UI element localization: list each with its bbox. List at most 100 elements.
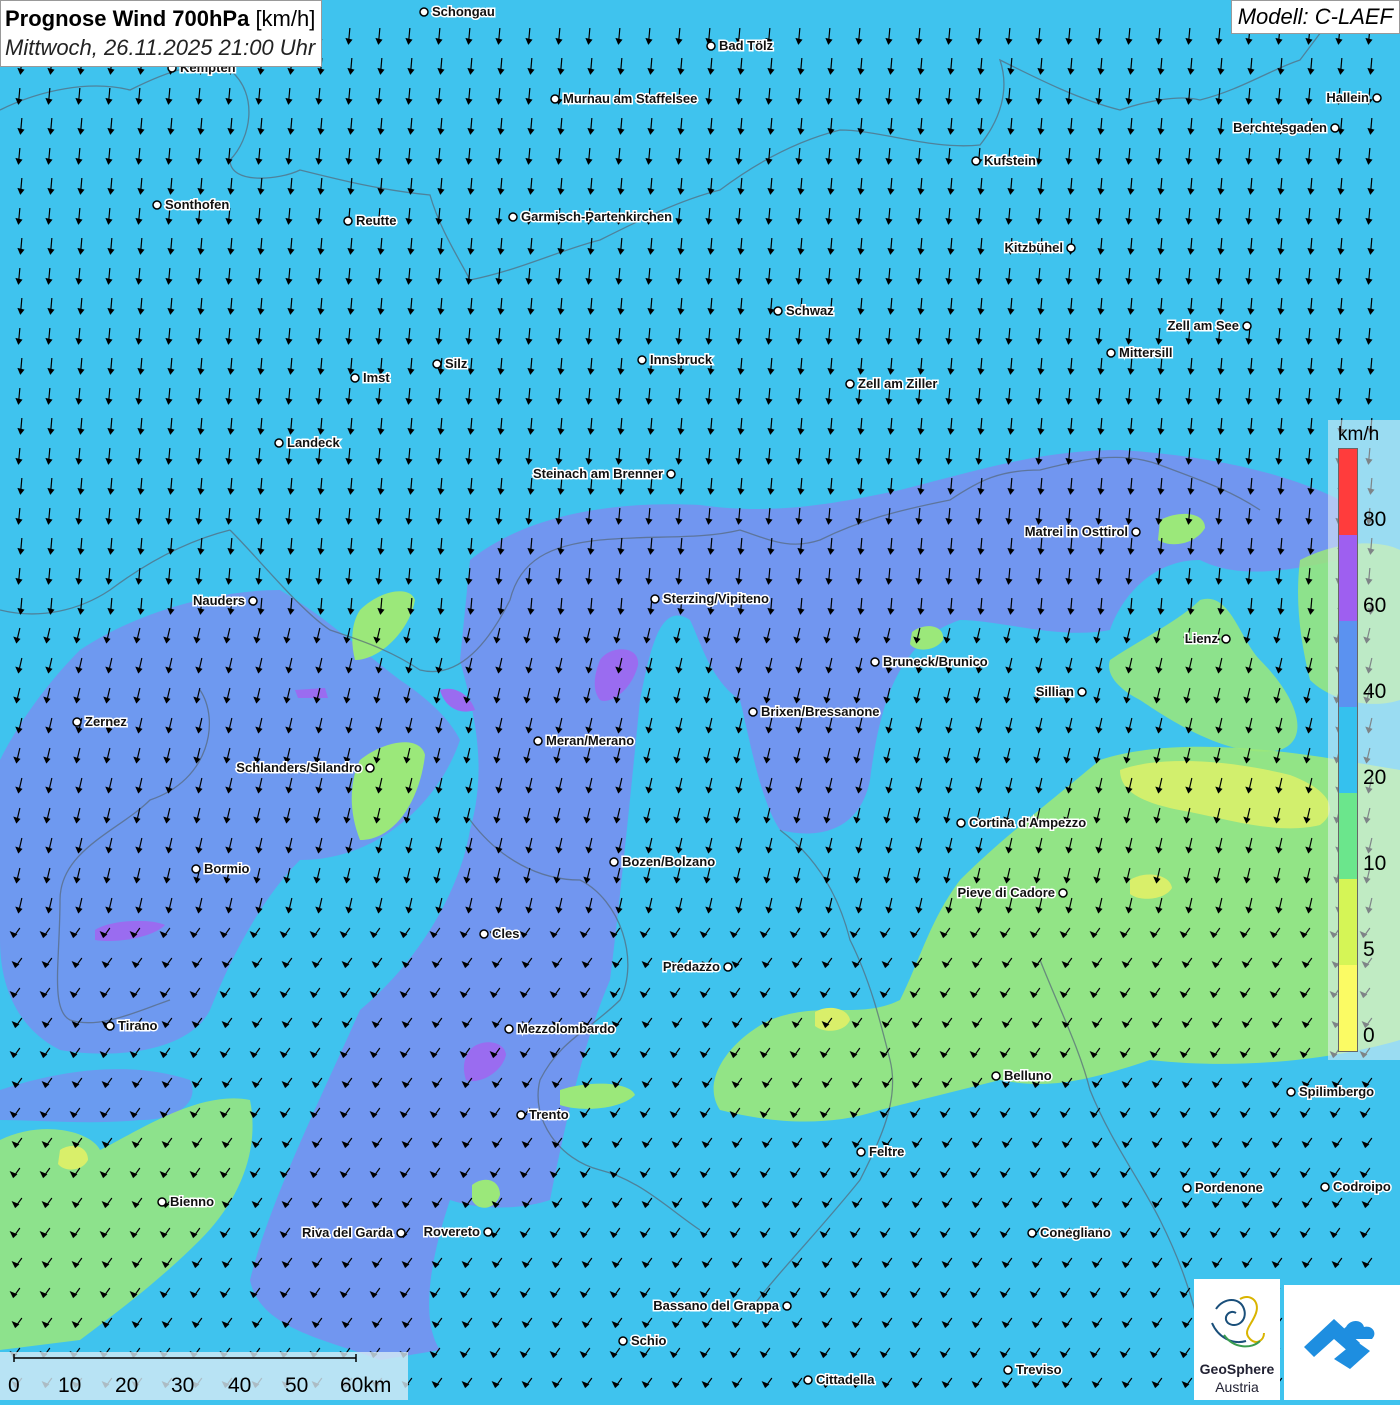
city-label: Lienz bbox=[1185, 631, 1219, 646]
city-dot bbox=[748, 707, 758, 717]
city-dot bbox=[1372, 93, 1382, 103]
city-dot bbox=[350, 373, 360, 383]
city-marker[interactable]: Berchtesgaden bbox=[1232, 119, 1340, 137]
city-marker[interactable]: Sterzing/Vipiteno bbox=[650, 590, 770, 608]
legend-label-20: 20 bbox=[1363, 766, 1387, 789]
city-dot bbox=[956, 818, 966, 828]
city-dot bbox=[508, 212, 518, 222]
city-dot bbox=[1320, 1182, 1330, 1192]
city-dot bbox=[365, 763, 375, 773]
city-dot bbox=[1003, 1365, 1013, 1375]
city-marker[interactable]: Schlanders/Silandro bbox=[235, 759, 375, 777]
city-label: Mezzolombardo bbox=[517, 1021, 615, 1036]
scale-bar: 0 10 20 30 40 50 60km bbox=[0, 1352, 408, 1400]
forecast-datetime: Mittwoch, 26.11.2025 21:00 Uhr bbox=[5, 35, 316, 60]
legend-seg-5 bbox=[1339, 879, 1357, 965]
city-marker[interactable]: Pordenone bbox=[1182, 1179, 1264, 1197]
city-label: Belluno bbox=[1004, 1068, 1052, 1083]
app-logo[interactable] bbox=[1284, 1285, 1400, 1400]
logo-name-line1: GeoSphere bbox=[1199, 1361, 1275, 1377]
city-marker[interactable]: Zell am See bbox=[1166, 317, 1252, 335]
city-marker[interactable]: Bassano del Grappa bbox=[652, 1297, 792, 1315]
city-marker[interactable]: Pieve di Cadore bbox=[956, 884, 1068, 902]
city-dot bbox=[1330, 123, 1340, 133]
city-label: Zell am Ziller bbox=[858, 376, 937, 391]
city-dot bbox=[152, 200, 162, 210]
geosphere-logo[interactable]: GeoSphere Austria bbox=[1194, 1279, 1280, 1400]
city-label: Bormio bbox=[204, 861, 250, 876]
city-dot bbox=[1286, 1087, 1296, 1097]
legend-unit: km/h bbox=[1338, 424, 1380, 445]
city-label: Cles bbox=[492, 926, 519, 941]
city-marker[interactable]: Zell am Ziller bbox=[845, 375, 939, 393]
city-dot bbox=[1221, 634, 1231, 644]
city-label: Zell am See bbox=[1167, 318, 1239, 333]
legend-label-40: 40 bbox=[1363, 680, 1387, 703]
scale-label-50: 50 bbox=[285, 1374, 308, 1397]
city-dot bbox=[550, 94, 560, 104]
city-label: Sonthofen bbox=[165, 197, 229, 212]
city-marker[interactable]: Schongau bbox=[419, 3, 496, 21]
city-dot bbox=[248, 596, 258, 606]
city-dot bbox=[432, 359, 442, 369]
city-marker[interactable]: Mezzolombardo bbox=[504, 1020, 617, 1038]
legend-label-5: 5 bbox=[1363, 938, 1375, 961]
scale-label-60km: 60km bbox=[340, 1374, 391, 1397]
city-marker[interactable]: Bruneck/Brunico bbox=[870, 653, 989, 671]
wind-map[interactable]: SchongauBad TölzKemptenMurnau am Staffel… bbox=[0, 0, 1400, 1400]
geosphere-logo-icon bbox=[1211, 1295, 1265, 1348]
scale-label-0: 0 bbox=[8, 1374, 20, 1397]
city-dot bbox=[870, 657, 880, 667]
city-label: Pordenone bbox=[1195, 1180, 1263, 1195]
city-label: Kitzbühel bbox=[1005, 240, 1064, 255]
city-marker[interactable]: Brixen/Bressanone bbox=[748, 703, 881, 721]
city-label: Schongau bbox=[432, 4, 495, 19]
city-dot bbox=[971, 156, 981, 166]
city-label: Schwaz bbox=[786, 303, 834, 318]
city-marker[interactable]: Garmisch-Partenkirchen bbox=[508, 208, 674, 226]
city-label: Bienno bbox=[170, 1194, 214, 1209]
city-dot bbox=[396, 1228, 406, 1238]
city-label: Imst bbox=[363, 370, 390, 385]
city-dot bbox=[637, 355, 647, 365]
city-marker[interactable]: Meran/Merano bbox=[533, 732, 636, 750]
city-label: Bruneck/Brunico bbox=[883, 654, 988, 669]
city-dot bbox=[856, 1147, 866, 1157]
city-dot bbox=[1058, 888, 1068, 898]
city-label: Trento bbox=[529, 1107, 569, 1122]
city-label: Berchtesgaden bbox=[1233, 120, 1327, 135]
city-marker[interactable]: Steinach am Brenner bbox=[531, 465, 676, 483]
city-marker[interactable]: Cortina d'Ampezzo bbox=[956, 814, 1088, 832]
city-label: Nauders bbox=[193, 593, 245, 608]
city-marker[interactable]: Matrei in Osttirol bbox=[1023, 523, 1141, 541]
legend-color-bar bbox=[1338, 448, 1358, 1052]
city-dot bbox=[343, 216, 353, 226]
city-marker[interactable]: Spilimbergo bbox=[1286, 1083, 1376, 1101]
city-dot bbox=[516, 1110, 526, 1120]
city-dot bbox=[157, 1197, 167, 1207]
city-label: Rovereto bbox=[424, 1224, 480, 1239]
city-label: Garmisch-Partenkirchen bbox=[521, 209, 672, 224]
city-label: Steinach am Brenner bbox=[533, 466, 663, 481]
city-marker[interactable]: Sonthofen bbox=[152, 196, 231, 214]
legend-seg-20 bbox=[1339, 707, 1357, 793]
city-marker[interactable]: Bozen/Bolzano bbox=[609, 853, 717, 871]
city-dot bbox=[650, 594, 660, 604]
city-marker[interactable]: Conegliano bbox=[1027, 1224, 1112, 1242]
city-marker[interactable]: Riva del Garda bbox=[300, 1224, 406, 1242]
city-marker[interactable]: Murnau am Staffelsee bbox=[550, 90, 699, 108]
title-bold: Prognose Wind 700hPa bbox=[5, 6, 250, 31]
city-dot bbox=[72, 717, 82, 727]
scale-label-40: 40 bbox=[228, 1374, 251, 1397]
city-label: Schlanders/Silandro bbox=[236, 760, 362, 775]
city-dot bbox=[706, 41, 716, 51]
city-label: Silz bbox=[445, 356, 468, 371]
city-dot bbox=[533, 736, 543, 746]
legend-label-80: 80 bbox=[1363, 508, 1387, 531]
city-label: Meran/Merano bbox=[546, 733, 634, 748]
city-label: Matrei in Osttirol bbox=[1025, 524, 1128, 539]
city-dot bbox=[803, 1375, 813, 1385]
city-dot bbox=[504, 1024, 514, 1034]
mountain-cloud-icon bbox=[1304, 1319, 1375, 1369]
city-marker[interactable]: Innsbruck bbox=[637, 351, 714, 369]
